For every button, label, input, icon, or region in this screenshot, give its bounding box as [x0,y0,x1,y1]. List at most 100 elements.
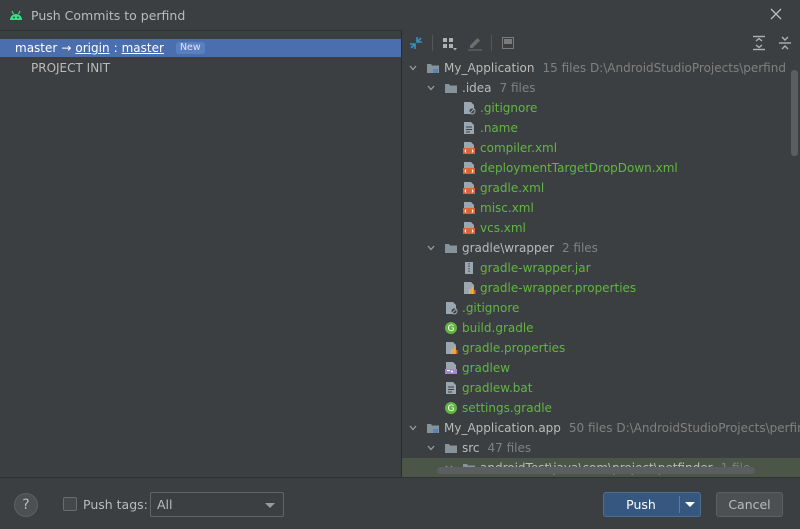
changes-pane: My_Application 15 files D:\AndroidStudio… [402,30,800,477]
tree-row-file[interactable]: gradlew [444,358,510,378]
branch-row[interactable]: master → origin : master New [0,39,401,57]
tree-row-file[interactable]: compiler.xml [462,138,557,158]
tree-item-name: gradle-wrapper.properties [480,281,637,295]
push-tags-checkbox[interactable] [63,497,77,511]
tree-item-name: settings.gradle [462,401,552,415]
xml-file-icon [463,222,475,234]
xml-file-icon [463,202,475,214]
text-file-icon [446,382,456,394]
chevron-down-icon[interactable] [408,63,418,73]
tree-row-folder[interactable]: src 47 files [426,438,531,458]
xml-file-icon [463,142,475,154]
edit-source-icon[interactable] [466,34,484,52]
svg-text:G: G [448,404,455,414]
toolbar-separator [432,35,433,51]
tree-item-name: gradlew [462,361,511,375]
tree-item-name: deploymentTargetDropDown.xml [480,161,678,175]
new-badge: New [175,42,205,54]
tags-select[interactable]: All [150,492,284,517]
vertical-scrollbar[interactable] [791,70,798,156]
tree-item-name: misc.xml [480,201,534,215]
local-branch: master [15,41,58,55]
properties-file-icon [464,282,476,294]
changes-toolbar [402,30,800,56]
chevron-down-icon[interactable] [408,423,418,433]
commit-item[interactable]: PROJECT INIT [31,61,110,75]
tree-row-file[interactable]: gradle-wrapper.properties [462,278,636,298]
push-arrow: → [61,41,72,55]
tree-item-name: gradle.properties [462,341,566,355]
folder-icon [445,444,457,453]
push-button[interactable]: Push [603,492,701,517]
push-options-dropdown[interactable] [680,493,700,516]
remote-separator: : [113,41,118,55]
tree-item-name: .name [480,121,518,135]
tree-item-name: build.gradle [462,321,534,335]
chevron-down-icon[interactable] [426,243,436,253]
gradle-file-icon: G [445,402,457,414]
tree-item-name: My_Application.app [444,421,561,435]
expand-all-icon[interactable] [750,34,768,52]
remote-branch-link[interactable]: master [122,41,164,55]
android-icon [10,10,22,20]
tree-row-file[interactable]: G settings.gradle [444,398,552,418]
tree-item-meta: 15 files D:\AndroidStudioProjects\perfin… [542,61,786,75]
tree-row-folder[interactable]: gradle\wrapper 2 files [426,238,598,258]
tree-item-meta: 2 files [561,241,598,255]
tree-item-name: src [462,441,480,455]
tree-item-name: .idea [462,81,492,95]
xml-file-icon [463,162,475,174]
horizontal-scrollbar[interactable] [437,467,755,474]
svg-text:G: G [448,324,455,334]
tree-row-module[interactable]: My_Application 15 files D:\AndroidStudio… [408,58,786,78]
tree-row-file[interactable]: vcs.xml [462,218,526,238]
tree-row-file[interactable]: gradlew.bat [444,378,532,398]
tree-row-file[interactable]: deploymentTargetDropDown.xml [462,158,678,178]
xml-file-icon [463,182,475,194]
properties-file-icon [446,342,458,354]
tree-row-file[interactable]: .gitignore [444,298,519,318]
tree-item-name: .gitignore [480,101,538,115]
tree-row-file[interactable]: G build.gradle [444,318,534,338]
collapse-all-icon[interactable] [776,34,794,52]
tree-row-file[interactable]: gradle-wrapper.jar [462,258,591,278]
tree-row-file[interactable]: gradle.xml [462,178,544,198]
tree-item-name: compiler.xml [480,141,558,155]
folder-icon [445,244,457,253]
chevron-down-icon[interactable] [426,443,436,453]
tree-item-name: gradlew.bat [462,381,533,395]
tree-row-folder[interactable]: .idea 7 files [426,78,536,98]
group-by-icon[interactable] [440,34,458,52]
show-diff-icon[interactable] [407,34,425,52]
chevron-down-icon [265,503,275,508]
help-button[interactable]: ? [14,493,38,517]
tree-item-name: gradle.xml [480,181,545,195]
cancel-button[interactable]: Cancel [716,492,783,517]
tree-item-meta: 7 files [499,81,536,95]
push-tags-label: Push tags: [83,497,148,512]
module-folder-icon [427,64,439,73]
tree-row-file[interactable]: gradle.properties [444,338,565,358]
tree-item-name: gradle-wrapper.jar [480,261,591,275]
title-bar: Push Commits to perfind [0,0,800,30]
tree-row-file[interactable]: .gitignore [462,98,537,118]
toolbar-separator [491,35,492,51]
remote-link[interactable]: origin [75,41,109,55]
window-title: Push Commits to perfind [31,7,186,23]
preview-icon[interactable] [499,34,517,52]
jar-file-icon [465,262,473,274]
tree-item-name: .gitignore [462,301,520,315]
ignore-file-icon [446,302,458,315]
tags-select-value: All [157,497,173,512]
tree-row-file[interactable]: misc.xml [462,198,534,218]
chevron-down-icon[interactable] [426,83,436,93]
close-icon[interactable] [769,7,783,21]
tree-item-name: My_Application [444,61,535,75]
module-folder-icon [427,424,439,433]
tree-item-meta: 50 files D:\AndroidStudioProjects\perfin… [568,421,800,435]
tree-item-name: vcs.xml [480,221,526,235]
shell-script-icon [445,362,457,374]
tree-row-file[interactable]: .name [462,118,518,138]
ignore-file-icon [464,102,476,115]
tree-row-module[interactable]: My_Application.app 50 files D:\AndroidSt… [408,418,800,438]
